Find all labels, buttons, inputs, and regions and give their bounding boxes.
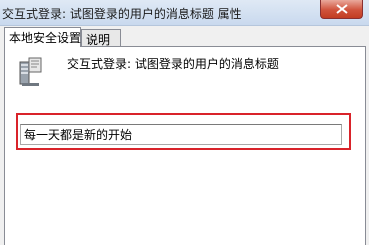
tab-local-security-setting[interactable]: 本地安全设置 bbox=[4, 27, 81, 47]
tab-explain[interactable]: 说明 bbox=[81, 29, 121, 47]
policy-name: 交互式登录: 试图登录的用户的消息标题 bbox=[67, 57, 279, 71]
server-policy-icon bbox=[18, 56, 44, 91]
properties-dialog: 交互式登录: 试图登录的用户的消息标题 属性 本地安全设置 说明 交互式登录: … bbox=[0, 0, 369, 245]
close-button[interactable] bbox=[320, 0, 363, 19]
window-title: 交互式登录: 试图登录的用户的消息标题 属性 bbox=[2, 7, 242, 21]
tab-panel: 交互式登录: 试图登录的用户的消息标题 bbox=[4, 46, 366, 245]
close-icon bbox=[336, 4, 348, 14]
message-title-input[interactable] bbox=[20, 124, 342, 145]
title-bar[interactable]: 交互式登录: 试图登录的用户的消息标题 属性 bbox=[0, 0, 369, 26]
